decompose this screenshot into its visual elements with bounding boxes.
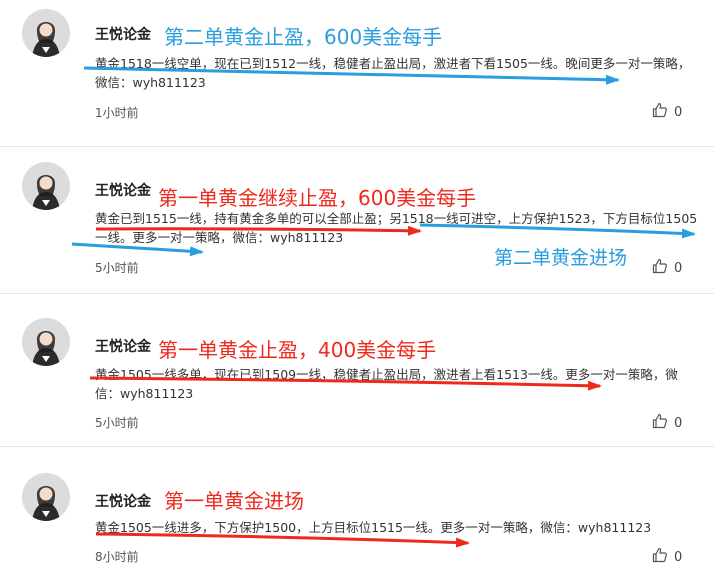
like-button[interactable]: 0 bbox=[652, 102, 702, 122]
post-headline: 第一单黄金止盈，400美金每手 bbox=[158, 338, 437, 362]
thumbs-up-icon bbox=[652, 547, 668, 567]
annotation-second-entry: 第二单黄金进场 bbox=[494, 247, 628, 269]
thumbs-up-icon bbox=[652, 413, 668, 433]
post-item: 王悦论金 第一单黄金继续止盈，600美金每手 黄金已到1515一线，持有黄金多单… bbox=[0, 147, 714, 297]
like-count: 0 bbox=[674, 260, 683, 276]
author-name[interactable]: 王悦论金 bbox=[95, 491, 151, 511]
avatar[interactable] bbox=[22, 473, 70, 521]
like-button[interactable]: 0 bbox=[652, 413, 702, 433]
like-button[interactable]: 0 bbox=[652, 547, 702, 567]
author-name[interactable]: 王悦论金 bbox=[95, 24, 151, 44]
thumbs-up-icon bbox=[652, 258, 668, 278]
like-button[interactable]: 0 bbox=[652, 258, 702, 278]
like-count: 0 bbox=[674, 415, 683, 431]
avatar[interactable] bbox=[22, 9, 70, 57]
post-headline: 第一单黄金进场 bbox=[164, 489, 304, 513]
thumbs-up-icon bbox=[652, 102, 668, 122]
avatar[interactable] bbox=[22, 318, 70, 366]
avatar[interactable] bbox=[22, 162, 70, 210]
post-body: 黄金已到1515一线，持有黄金多单的可以全部止盈；另1518一线可进空，上方保护… bbox=[95, 211, 698, 245]
post-time: 5小时前 bbox=[95, 416, 139, 430]
author-name[interactable]: 王悦论金 bbox=[95, 336, 151, 356]
like-count: 0 bbox=[674, 549, 683, 565]
post-headline: 第二单黄金止盈，600美金每手 bbox=[164, 25, 443, 49]
like-count: 0 bbox=[674, 104, 683, 120]
post-time: 1小时前 bbox=[95, 106, 139, 120]
author-name[interactable]: 王悦论金 bbox=[95, 180, 151, 200]
post-headline: 第一单黄金继续止盈，600美金每手 bbox=[158, 186, 477, 210]
post-item: 王悦论金 第二单黄金止盈，600美金每手 黄金1518一线空单，现在已到1512… bbox=[0, 0, 714, 150]
post-item: 王悦论金 第一单黄金进场 黄金1505一线进多，下方保护1500，上方目标位15… bbox=[0, 447, 714, 572]
post-body: 黄金1505一线多单，现在已到1509一线，稳健者止盈出局，激进者上看1513一… bbox=[95, 367, 678, 401]
post-body: 黄金1505一线进多，下方保护1500，上方目标位1515一线。更多一对一策略，… bbox=[95, 520, 652, 535]
post-item: 王悦论金 第一单黄金止盈，400美金每手 黄金1505一线多单，现在已到1509… bbox=[0, 294, 714, 447]
post-time: 8小时前 bbox=[95, 550, 139, 564]
post-body: 黄金1518一线空单，现在已到1512一线，稳健者止盈出局，激进者下看1505一… bbox=[95, 56, 691, 90]
post-time: 5小时前 bbox=[95, 261, 139, 275]
